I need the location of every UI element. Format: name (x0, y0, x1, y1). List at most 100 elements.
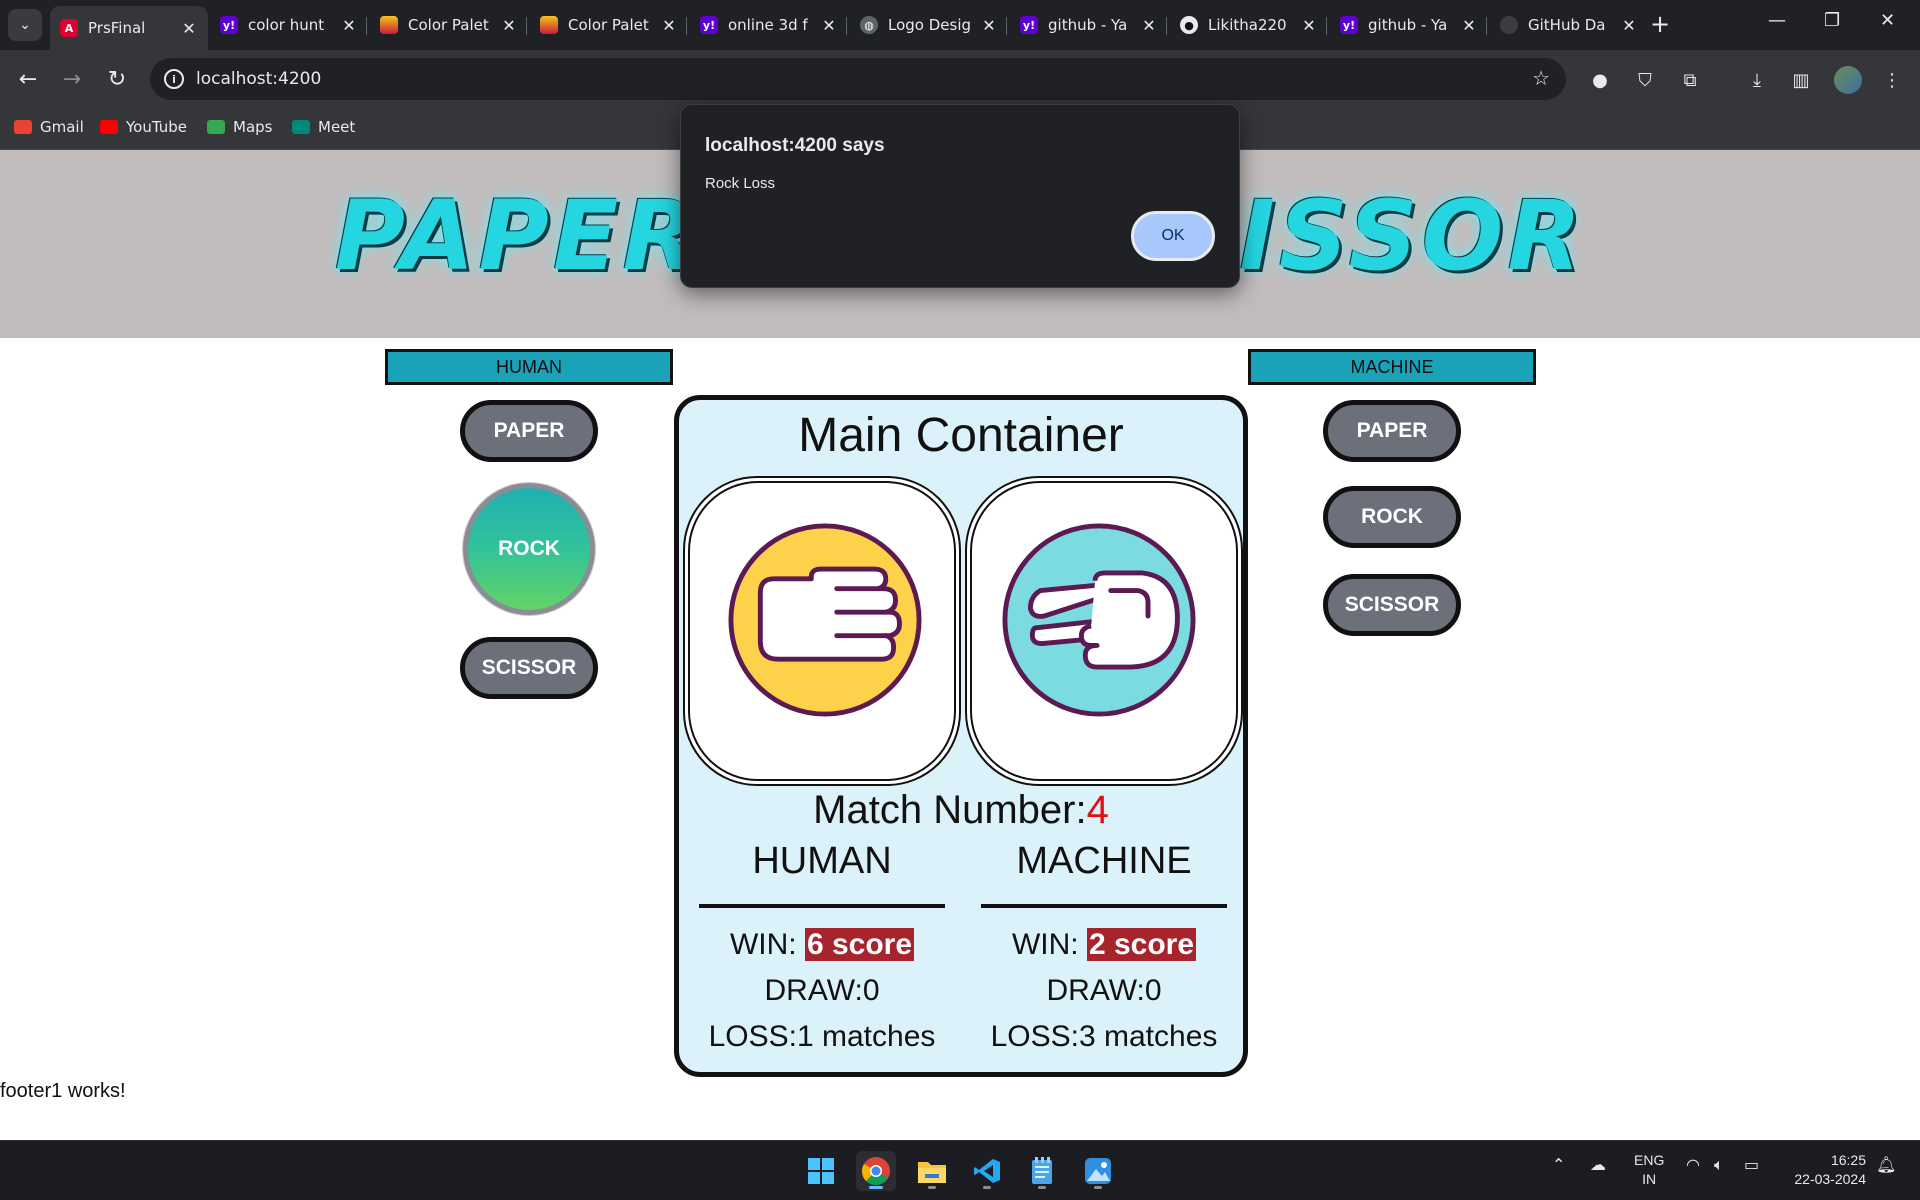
minimize-icon[interactable]: — (1768, 10, 1786, 31)
tab-label: Color Palet (568, 16, 649, 34)
human-win-row: WIN: 6 score (699, 922, 945, 968)
restore-icon[interactable]: ❐ (1824, 10, 1840, 31)
vscode-icon[interactable] (967, 1151, 1007, 1191)
notification-bell-icon[interactable]: 🔔︎ (1876, 1155, 1896, 1174)
back-icon[interactable]: ← (14, 65, 42, 93)
github-icon (1500, 16, 1518, 34)
volume-icon[interactable]: 🔈︎ (1714, 1155, 1724, 1175)
close-icon[interactable]: ✕ (660, 16, 678, 35)
close-icon[interactable]: ✕ (180, 19, 198, 38)
tab-github-yahoo-2[interactable]: y! github - Ya ✕ (1330, 8, 1488, 42)
shield-icon[interactable]: ⛉ (1632, 67, 1658, 93)
tab-github-yahoo-1[interactable]: y! github - Ya ✕ (1010, 8, 1168, 42)
close-icon[interactable]: ✕ (1300, 16, 1318, 35)
side-panel-icon[interactable]: ▥ (1788, 67, 1814, 93)
human-scoreboard: HUMAN WIN: 6 score DRAW:0 LOSS:1 matches (699, 840, 945, 1060)
tab-color-palette-1[interactable]: Color Palet ✕ (370, 8, 528, 42)
machine-rock-button[interactable]: ROCK (1323, 486, 1461, 548)
clock-time: 16:25 (1830, 1152, 1866, 1168)
close-icon[interactable]: ✕ (500, 16, 518, 35)
tab-label: Logo Desig (888, 16, 972, 34)
chevron-up-icon[interactable]: ⌃ (1552, 1155, 1565, 1174)
bookmark-label: YouTube (126, 118, 187, 136)
tab-label: GitHub Da (1528, 16, 1606, 34)
tab-online-3d[interactable]: y! online 3d f ✕ (690, 8, 848, 42)
cloud-icon[interactable]: ☁ (1590, 1155, 1606, 1174)
system-clock[interactable]: 16:25 22-03-2024 (1780, 1151, 1866, 1189)
file-explorer-icon[interactable] (912, 1151, 952, 1191)
forward-icon[interactable]: → (58, 65, 86, 93)
close-icon[interactable]: ✕ (980, 16, 998, 35)
close-icon[interactable]: ✕ (1140, 16, 1158, 35)
bookmark-label: Meet (318, 118, 356, 136)
tab-likitha-github[interactable]: ● Likitha220 ✕ (1170, 8, 1328, 42)
bookmark-meet[interactable]: Meet (292, 118, 355, 136)
tab-color-palette-2[interactable]: Color Palet ✕ (530, 8, 688, 42)
human-draw-row: DRAW:0 (764, 974, 880, 1007)
yahoo-icon: y! (1340, 16, 1358, 34)
close-icon[interactable]: ✕ (1620, 16, 1638, 35)
bookmark-label: Gmail (40, 118, 84, 136)
human-rock-button[interactable]: ROCK (463, 483, 595, 615)
windows-start-icon[interactable] (801, 1151, 841, 1191)
address-bar[interactable]: i localhost:4200 ☆ (150, 58, 1566, 100)
machine-paper-button[interactable]: PAPER (1323, 400, 1461, 462)
language-code: ENG (1634, 1152, 1665, 1168)
coolors-icon (540, 16, 558, 34)
tab-prsfinal[interactable]: A PrsFinal ✕ (50, 6, 208, 50)
new-tab-button[interactable]: + (1650, 12, 1670, 36)
download-icon[interactable]: ⤓ (1744, 67, 1770, 93)
divider (699, 904, 945, 908)
language-indicator[interactable]: ENG IN (1634, 1151, 1664, 1189)
machine-scoreboard: MACHINE WIN: 2 score DRAW:0 LOSS:3 match… (981, 840, 1227, 1060)
region-code: IN (1642, 1171, 1657, 1187)
main-container-title: Main Container (798, 409, 1124, 462)
tab-search-button[interactable]: ⌄ (8, 9, 42, 41)
photos-icon[interactable] (1078, 1151, 1118, 1191)
close-icon[interactable]: ✕ (1460, 16, 1478, 35)
tab-label: online 3d f (728, 16, 808, 34)
alert-dialog: localhost:4200 says Rock Loss OK (680, 104, 1240, 288)
close-icon[interactable]: ✕ (340, 16, 358, 35)
human-scissor-button[interactable]: SCISSOR (460, 637, 598, 699)
human-panel-title: HUMAN (385, 349, 673, 385)
tab-logo-design[interactable]: ◍ Logo Desig ✕ (850, 8, 1008, 42)
human-paper-button[interactable]: PAPER (460, 400, 598, 462)
more-menu-icon[interactable]: ⋮ (1879, 67, 1905, 93)
close-icon[interactable]: ✕ (820, 16, 838, 35)
profile-avatar[interactable] (1834, 66, 1862, 94)
tab-strip: ⌄ A PrsFinal ✕ y! color hunt ✕ Color Pal… (0, 0, 1920, 50)
site-info-icon[interactable]: i (164, 69, 184, 89)
machine-win-badge: 2 score (1086, 928, 1197, 961)
tab-color-hunt[interactable]: y! color hunt ✕ (210, 8, 368, 42)
bookmark-maps[interactable]: Maps (207, 118, 272, 136)
footer-text: footer1 works! (0, 1080, 126, 1102)
chevron-down-icon: ⌄ (19, 17, 31, 33)
extension-icon[interactable]: ● (1587, 67, 1613, 93)
tab-label: color hunt (248, 16, 325, 34)
battery-icon[interactable]: ▭ (1744, 1155, 1759, 1174)
puzzle-icon[interactable]: ⧉ (1677, 67, 1703, 93)
tab-github-dashboard[interactable]: GitHub Da ✕ (1490, 8, 1648, 42)
chrome-taskbar-icon[interactable] (856, 1151, 896, 1191)
wifi-icon[interactable]: ◠ (1686, 1155, 1700, 1174)
globe-icon: ◍ (860, 16, 878, 34)
bookmark-label: Maps (233, 118, 273, 136)
reload-icon[interactable]: ↻ (103, 65, 131, 93)
tab-label: Likitha220 (1208, 16, 1287, 34)
alert-message: Rock Loss (705, 175, 776, 192)
clock-date: 22-03-2024 (1794, 1171, 1866, 1187)
close-window-icon[interactable]: ✕ (1880, 10, 1895, 31)
notepad-icon[interactable] (1022, 1151, 1062, 1191)
machine-score-title: MACHINE (1016, 840, 1192, 882)
bookmark-youtube[interactable]: YouTube (100, 118, 187, 136)
bookmark-star-icon[interactable]: ☆ (1532, 66, 1550, 90)
human-loss-row: LOSS:1 matches (708, 1020, 936, 1053)
paper-hand-icon (728, 523, 922, 717)
alert-ok-button[interactable]: OK (1131, 211, 1215, 261)
bookmark-gmail[interactable]: Gmail (14, 118, 84, 136)
machine-panel-title: MACHINE (1248, 349, 1536, 385)
youtube-icon (100, 120, 118, 134)
divider (981, 904, 1227, 908)
machine-scissor-button[interactable]: SCISSOR (1323, 574, 1461, 636)
